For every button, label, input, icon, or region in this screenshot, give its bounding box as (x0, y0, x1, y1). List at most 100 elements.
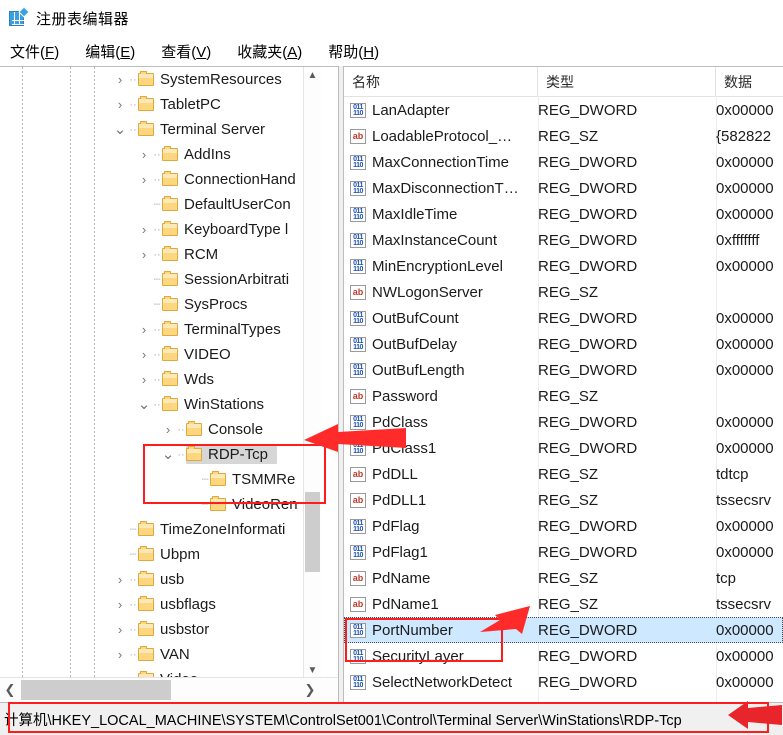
tree-node-content[interactable]: VideoRen (210, 496, 302, 513)
value-row[interactable]: ab LoadableProtocol_… REG_SZ {582822 (344, 123, 783, 149)
tree-node-content[interactable]: RCM (162, 246, 222, 263)
chevron-right-icon[interactable]: › (136, 322, 152, 337)
value-row[interactable]: 011 110 PdClass1 REG_DWORD 0x00000 (344, 435, 783, 461)
chevron-down-icon[interactable]: ⌄ (112, 122, 128, 137)
tree-node-content[interactable]: Terminal Server (138, 121, 269, 138)
value-row[interactable]: 011 110 MaxIdleTime REG_DWORD 0x00000 (344, 201, 783, 227)
tree-node-content[interactable]: usbflags (138, 596, 220, 613)
chevron-right-icon[interactable]: › (136, 247, 152, 262)
menu-item-help[interactable]: 帮助(H) (328, 41, 379, 62)
tree-horizontal-scroll-thumb[interactable] (21, 680, 171, 700)
tree-node-content[interactable]: usbstor (138, 621, 213, 638)
tree-node-usbstor[interactable]: › ·· usbstor (0, 617, 320, 642)
chevron-right-icon[interactable]: › (136, 347, 152, 362)
menu-item-file[interactable]: 文件(F) (10, 41, 59, 62)
tree-node-content[interactable]: Ubpm (138, 546, 204, 563)
tree-node-content[interactable]: TabletPC (138, 96, 225, 113)
column-header-name[interactable]: 名称 (344, 67, 538, 96)
tree-node-content[interactable]: WinStations (162, 396, 268, 413)
column-header-data[interactable]: 数据 (716, 67, 783, 96)
registry-tree-pane[interactable]: › ·· SystemResources › ·· TabletPC ⌄ ·· Terminal… (0, 66, 338, 702)
value-row[interactable]: 011 110 MinEncryptionLevel REG_DWORD 0x00000 (344, 253, 783, 279)
tree-node-ubpm[interactable]: ┈ Ubpm (0, 542, 320, 567)
tree-node-videoren[interactable]: ┈ VideoRen (0, 492, 320, 517)
tree-node-content[interactable]: ConnectionHand (162, 171, 300, 188)
tree-node-wds[interactable]: › ·· Wds (0, 367, 320, 392)
tree-node-van[interactable]: › ·· VAN (0, 642, 320, 667)
tree-node-content[interactable]: TimeZoneInformati (138, 521, 289, 538)
chevron-up-icon[interactable]: ▲ (304, 67, 321, 84)
tree-node-terminaltypes[interactable]: › ·· TerminalTypes (0, 317, 320, 342)
tree-node-keyboardtype-l[interactable]: › ·· KeyboardType l (0, 217, 320, 242)
value-row[interactable]: 011 110 OutBufCount REG_DWORD 0x00000 (344, 305, 783, 331)
tree-node-content[interactable]: VIDEO (162, 346, 235, 363)
tree-node-winstations[interactable]: ⌄ ·· WinStations (0, 392, 320, 417)
value-row[interactable]: 011 110 PdFlag REG_DWORD 0x00000 (344, 513, 783, 539)
chevron-right-icon[interactable]: › (160, 422, 176, 437)
chevron-right-icon[interactable]: › (136, 172, 152, 187)
tree-node-content[interactable]: DefaultUserCon (162, 196, 295, 213)
tree-node-content[interactable]: KeyboardType l (162, 221, 292, 238)
chevron-right-icon[interactable]: › (136, 222, 152, 237)
tree-node-sessionarbitrati[interactable]: ┈ SessionArbitrati (0, 267, 320, 292)
tree-node-content[interactable]: SessionArbitrati (162, 271, 293, 288)
chevron-right-icon[interactable]: › (136, 147, 152, 162)
tree-node-usbflags[interactable]: › ·· usbflags (0, 592, 320, 617)
chevron-left-icon[interactable]: ❮ (0, 678, 20, 702)
value-row[interactable]: 011 110 PortNumber REG_DWORD 0x00000 (344, 617, 783, 643)
chevron-right-icon[interactable]: › (112, 647, 128, 662)
tree-node-content[interactable]: AddIns (162, 146, 235, 163)
tree-horizontal-scrollbar[interactable]: ❮ ❯ (0, 677, 338, 702)
value-row[interactable]: 011 110 MaxConnectionTime REG_DWORD 0x00000 (344, 149, 783, 175)
tree-node-content[interactable]: usb (138, 571, 188, 588)
value-row[interactable]: 011 110 OutBufDelay REG_DWORD 0x00000 (344, 331, 783, 357)
value-row[interactable]: 011 110 SecurityLayer REG_DWORD 0x00000 (344, 643, 783, 669)
tree-node-connectionhand[interactable]: › ·· ConnectionHand (0, 167, 320, 192)
menu-item-favorites[interactable]: 收藏夹(A) (237, 41, 302, 62)
value-row[interactable]: ab PdDLL REG_SZ tdtcp (344, 461, 783, 487)
value-row[interactable]: 011 110 LanAdapter REG_DWORD 0x00000 (344, 97, 783, 123)
menu-item-edit[interactable]: 编辑(E) (85, 41, 135, 62)
tree-node-content[interactable]: SystemResources (138, 71, 286, 88)
tree-node-content[interactable]: VAN (138, 646, 194, 663)
value-row[interactable]: 011 110 PdFlag1 REG_DWORD 0x00000 (344, 539, 783, 565)
tree-node-console[interactable]: › ·· Console (0, 417, 320, 442)
column-header-type[interactable]: 类型 (538, 67, 716, 96)
chevron-down-icon[interactable]: ⌄ (160, 447, 176, 462)
chevron-right-icon[interactable]: › (112, 572, 128, 587)
tree-node-rdp-tcp[interactable]: ⌄ ·· RDP-Tcp (0, 442, 320, 467)
value-row[interactable]: ab PdName REG_SZ tcp (344, 565, 783, 591)
menu-item-view[interactable]: 查看(V) (161, 41, 211, 62)
chevron-right-icon[interactable]: › (112, 597, 128, 612)
tree-node-systemresources[interactable]: › ·· SystemResources (0, 67, 320, 92)
chevron-down-icon[interactable]: ⌄ (136, 397, 152, 412)
tree-node-rcm[interactable]: › ·· RCM (0, 242, 320, 267)
tree-node-terminal-server[interactable]: ⌄ ·· Terminal Server (0, 117, 320, 142)
tree-node-content[interactable]: Console (186, 421, 267, 438)
tree-node-video[interactable]: › ·· VIDEO (0, 342, 320, 367)
tree-node-content[interactable]: RDP-Tcp (186, 445, 278, 464)
chevron-right-icon[interactable]: › (112, 622, 128, 637)
value-row[interactable]: 011 110 PdClass REG_DWORD 0x00000 (344, 409, 783, 435)
value-row[interactable]: ab PdDLL1 REG_SZ tssecsrv (344, 487, 783, 513)
chevron-right-icon[interactable]: › (112, 72, 128, 87)
chevron-right-icon[interactable]: › (112, 97, 128, 112)
value-row[interactable]: 011 110 MaxDisconnectionT… REG_DWORD 0x00000 (344, 175, 783, 201)
value-row[interactable]: ab PdName1 REG_SZ tssecsrv (344, 591, 783, 617)
value-row[interactable]: ab Password REG_SZ (344, 383, 783, 409)
value-row[interactable]: 011 110 MaxInstanceCount REG_DWORD 0xfffffff (344, 227, 783, 253)
tree-node-addins[interactable]: › ·· AddIns (0, 142, 320, 167)
tree-vertical-scrollbar[interactable]: ▲ ▼ (303, 67, 321, 679)
tree-vertical-scroll-thumb[interactable] (305, 492, 320, 572)
tree-node-timezoneinformati[interactable]: ┈ TimeZoneInformati (0, 517, 320, 542)
value-row[interactable]: ab NWLogonServer REG_SZ (344, 279, 783, 305)
registry-values-pane[interactable]: 名称 类型 数据 011 110 LanAdapter REG_DWORD 0x0000… (344, 66, 783, 702)
tree-node-defaultusercon[interactable]: ┈ DefaultUserCon (0, 192, 320, 217)
tree-node-content[interactable]: TerminalTypes (162, 321, 285, 338)
tree-node-content[interactable]: TSMMRe (210, 471, 299, 488)
tree-node-usb[interactable]: › ·· usb (0, 567, 320, 592)
tree-node-tsmmre[interactable]: ┈ TSMMRe (0, 467, 320, 492)
value-row[interactable]: 011 110 SelectNetworkDetect REG_DWORD 0x0000… (344, 669, 783, 695)
chevron-right-icon[interactable]: ❯ (300, 678, 320, 702)
tree-node-content[interactable]: Wds (162, 371, 218, 388)
